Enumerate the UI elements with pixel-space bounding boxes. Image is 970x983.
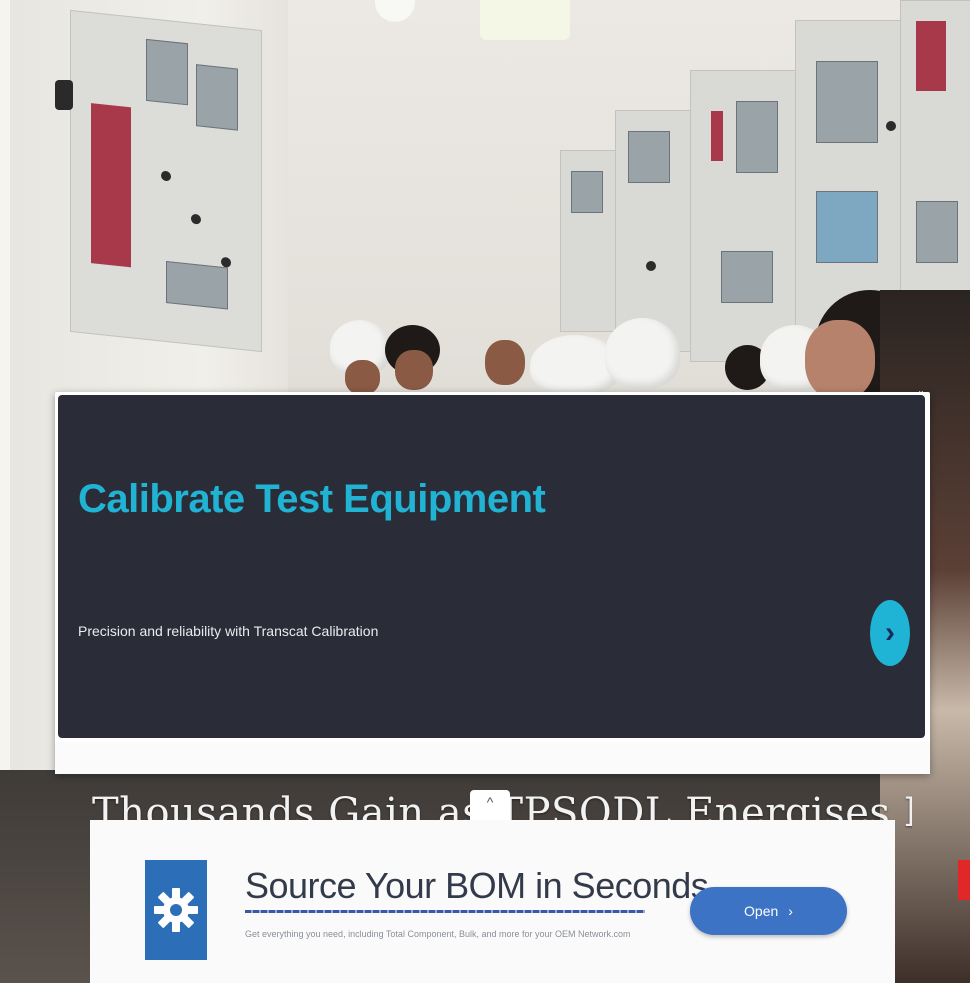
ad-collapse-button[interactable]: ^: [470, 790, 510, 820]
edge-tab: [958, 860, 970, 900]
ceiling-light: [375, 0, 415, 22]
promo-subtitle: Precision and reliability with Transcat …: [78, 623, 379, 639]
close-icon[interactable]: ×: [916, 388, 926, 398]
bottom-ad-banner[interactable]: Source Your BOM in Seconds Get everythin…: [90, 820, 895, 983]
switchgear-cabinet: [690, 70, 802, 362]
promo-title: Calibrate Test Equipment: [78, 477, 546, 521]
promo-footer: [55, 742, 930, 774]
chevron-right-icon: ›: [885, 616, 895, 649]
promo-card[interactable]: Calibrate Test Equipment Precision and r…: [55, 392, 930, 774]
promo-video[interactable]: Calibrate Test Equipment Precision and r…: [58, 395, 925, 738]
chevron-up-icon: ^: [486, 794, 494, 810]
ad-description: Get everything you need, including Total…: [245, 929, 631, 939]
chevron-right-icon: ›: [788, 903, 793, 919]
ad-button-label: Open: [744, 903, 779, 919]
switchgear-cabinet: [615, 110, 697, 352]
control-panel-left: [70, 9, 262, 353]
switchgear-cabinet: [560, 150, 622, 332]
ceiling-light: [480, 0, 570, 40]
promo-next-button[interactable]: ›: [870, 600, 910, 666]
gear-icon: [145, 860, 207, 960]
ad-open-button[interactable]: Open ›: [690, 887, 847, 935]
ad-title-underline: [245, 910, 645, 913]
switchgear-cabinet: [900, 0, 970, 322]
ad-title[interactable]: Source Your BOM in Seconds: [245, 865, 709, 907]
